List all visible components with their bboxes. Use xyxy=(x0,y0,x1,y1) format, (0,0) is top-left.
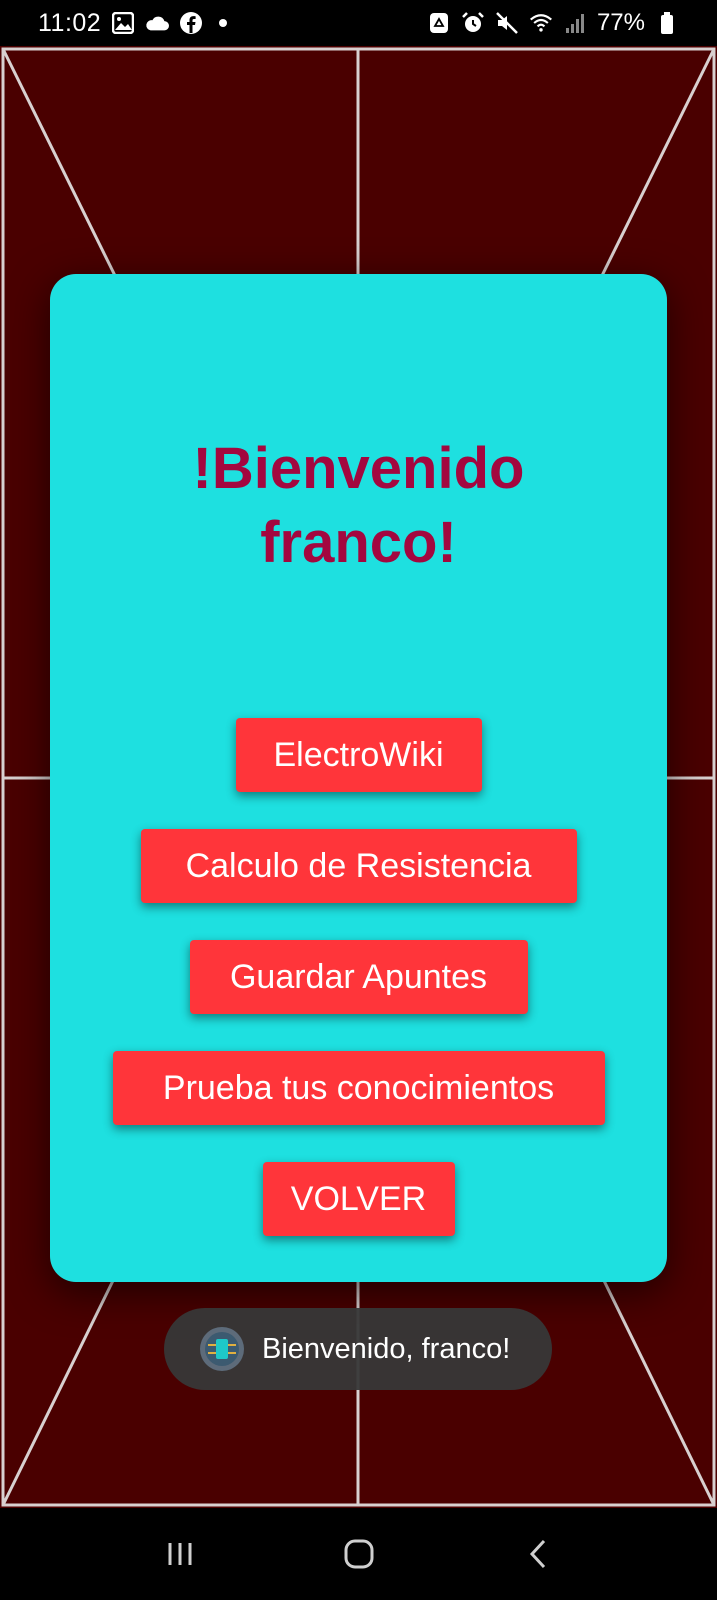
wifi-icon xyxy=(529,11,553,35)
electrowiki-button[interactable]: ElectroWiki xyxy=(235,718,482,792)
notification-dot-icon xyxy=(219,19,228,27)
volver-button[interactable]: VOLVER xyxy=(262,1162,455,1236)
facebook-icon xyxy=(179,11,203,35)
status-bar: 11:02 77% xyxy=(0,0,717,46)
prueba-conocimientos-button[interactable]: Prueba tus conocimientos xyxy=(112,1051,605,1125)
back-icon[interactable] xyxy=(508,1524,568,1584)
guardar-apuntes-button[interactable]: Guardar Apuntes xyxy=(189,940,528,1014)
toast-text: Bienvenido, franco! xyxy=(262,1332,511,1365)
cloud-icon xyxy=(145,11,170,35)
toast-message: Bienvenido, franco! xyxy=(164,1308,552,1390)
recycle-icon xyxy=(427,11,451,35)
battery-icon xyxy=(655,11,679,35)
recent-apps-icon[interactable] xyxy=(150,1524,210,1584)
status-bar-right: 77% xyxy=(427,9,679,37)
welcome-dialog: !Bienvenido franco! ElectroWiki Calculo … xyxy=(50,274,667,1282)
home-icon[interactable] xyxy=(329,1524,389,1584)
navigation-bar xyxy=(0,1508,717,1600)
battery-percent: 77% xyxy=(596,9,645,36)
app-logo-icon xyxy=(200,1327,244,1371)
calculo-resistencia-button[interactable]: Calculo de Resistencia xyxy=(140,829,577,903)
gallery-icon xyxy=(111,11,135,35)
alarm-icon xyxy=(461,11,485,35)
mute-icon xyxy=(495,11,519,35)
signal-icon xyxy=(563,11,587,35)
app-screen: 11:02 77% !Bienvenido franco! ElectroWik… xyxy=(0,0,717,1600)
welcome-title: !Bienvenido franco! xyxy=(192,436,525,575)
status-bar-left: 11:02 xyxy=(38,8,228,38)
clock: 11:02 xyxy=(38,8,102,37)
